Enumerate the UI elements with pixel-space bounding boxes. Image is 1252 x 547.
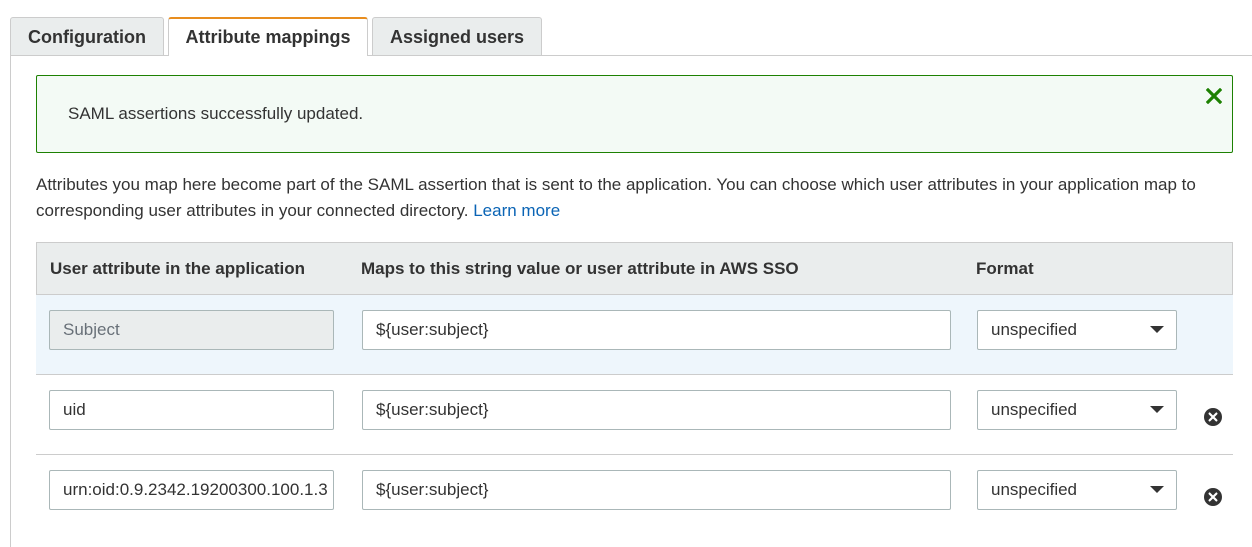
format-select-value: unspecified xyxy=(991,320,1078,339)
success-alert: SAML assertions successfully updated. xyxy=(36,75,1233,153)
format-select-value: unspecified xyxy=(991,400,1078,419)
learn-more-link[interactable]: Learn more xyxy=(473,201,560,220)
caret-down-icon xyxy=(1150,326,1164,333)
table-row: Subject ${user:subject} unspecified xyxy=(36,295,1233,375)
alert-message: SAML assertions successfully updated. xyxy=(68,104,364,123)
app-attribute-field: Subject xyxy=(49,310,334,350)
header-app-attribute: User attribute in the application xyxy=(50,259,306,278)
app-attribute-field[interactable]: uid xyxy=(49,390,334,430)
description-text: Attributes you map here become part of t… xyxy=(36,175,1196,220)
remove-row-icon[interactable] xyxy=(1204,488,1222,506)
maps-to-field[interactable]: ${user:subject} xyxy=(362,390,951,430)
format-select[interactable]: unspecified xyxy=(977,390,1177,430)
tab-assigned-users[interactable]: Assigned users xyxy=(372,17,542,55)
format-select-value: unspecified xyxy=(991,480,1078,499)
description: Attributes you map here become part of t… xyxy=(36,172,1241,224)
table-row: uid ${user:subject} unspecified xyxy=(36,375,1233,455)
attribute-mapping-table: User attribute in the application Maps t… xyxy=(36,242,1233,535)
table-header: User attribute in the application Maps t… xyxy=(36,242,1233,295)
close-x-icon[interactable] xyxy=(1206,88,1222,104)
tab-attribute-mappings[interactable]: Attribute mappings xyxy=(168,17,368,56)
tab-configuration[interactable]: Configuration xyxy=(10,17,164,55)
app-attribute-field[interactable]: urn:oid:0.9.2342.19200300.100.1.3 xyxy=(49,470,334,510)
panel-border xyxy=(10,56,11,547)
caret-down-icon xyxy=(1150,486,1164,493)
tab-bar: Configuration Attribute mappings Assigne… xyxy=(0,0,1252,56)
format-select[interactable]: unspecified xyxy=(977,310,1177,350)
caret-down-icon xyxy=(1150,406,1164,413)
header-maps-to: Maps to this string value or user attrib… xyxy=(361,259,799,278)
maps-to-field[interactable]: ${user:subject} xyxy=(362,310,951,350)
table-row: urn:oid:0.9.2342.19200300.100.1.3 ${user… xyxy=(36,455,1233,535)
remove-row-icon[interactable] xyxy=(1204,408,1222,426)
maps-to-field[interactable]: ${user:subject} xyxy=(362,470,951,510)
header-format: Format xyxy=(976,259,1034,278)
format-select[interactable]: unspecified xyxy=(977,470,1177,510)
